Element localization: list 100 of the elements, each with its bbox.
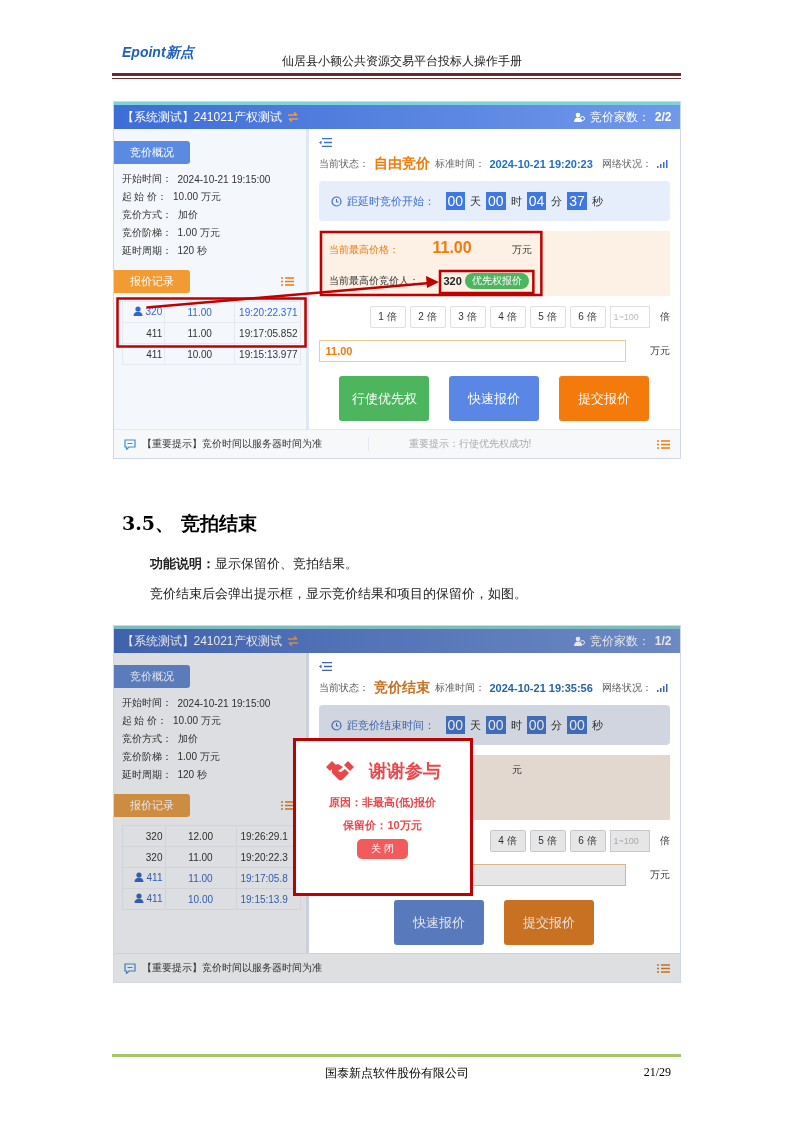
quick-button[interactable]: 快速报价 (394, 900, 484, 945)
window-title: 【系统测试】241021产权测试 (121, 108, 282, 126)
bidder-number: 411 (146, 871, 163, 883)
multiplier-button[interactable]: 2 倍 (409, 306, 446, 328)
price-unit: 万元 (649, 868, 670, 882)
clock-icon (330, 195, 342, 207)
price-unit: 万元 (511, 243, 532, 257)
multiplier-button[interactable]: 5 倍 (529, 306, 566, 328)
bidder-number: 320 (145, 830, 163, 842)
countdown-digit: 37 (567, 192, 587, 210)
countdown-digit: 00 (445, 716, 466, 734)
paragraph: 功能说明：显示保留价、竞拍结果。 (150, 555, 359, 573)
reserve-price: 保留价：10万元 (343, 818, 422, 833)
info-value: 2024-10-21 19:15:00 (177, 697, 271, 709)
info-label: 延时周期： (121, 244, 172, 258)
bidder-number: 320 (443, 275, 462, 287)
footer-company: 国泰新点软件股份有限公司 (324, 1065, 469, 1082)
table-cell: 10.00 (165, 888, 236, 910)
price-unit: 万元 (649, 344, 670, 358)
countdown-digit: 04 (526, 192, 547, 210)
price-unit: 元 (511, 763, 522, 777)
info-label: 竞价方式： (121, 208, 172, 222)
table-cell: 19:15:13.977 (234, 343, 300, 365)
info-value: 120 秒 (177, 768, 207, 782)
info-label: 起 始 价： (121, 714, 168, 728)
list-icon[interactable] (280, 801, 294, 810)
list-icon[interactable] (280, 277, 294, 286)
info-label: 竞价阶梯： (121, 750, 172, 764)
countdown-label: 距延时竞价开始： (346, 193, 435, 209)
info-label: 起 始 价： (121, 190, 168, 204)
info-label: 开始时间： (121, 696, 172, 710)
multiplier-button[interactable]: 6 倍 (569, 830, 606, 852)
countdown-unit: 秒 (591, 193, 603, 209)
notice-text: 【重要提示】竞价时间以服务器时间为准 (141, 961, 322, 975)
countdown-digit: 00 (445, 192, 466, 210)
collapse-menu-icon[interactable] (318, 662, 332, 671)
bidder-number: 411 (146, 327, 163, 339)
table-cell: 12.00 (165, 825, 236, 847)
price-value: 11.00 (432, 239, 473, 257)
info-value: 10.00 万元 (173, 190, 221, 204)
countdown-unit: 时 (510, 193, 522, 209)
multiplier-field[interactable]: 1~100 (609, 306, 650, 328)
section-label: 报价记录 (113, 270, 190, 293)
bidder-count-label: 竞价家数： (589, 632, 650, 650)
swap-icon[interactable] (286, 112, 299, 122)
price-label: 当前最高价格： (328, 243, 400, 257)
table-cell: 11.00 (164, 322, 235, 344)
section-label: 竞价概况 (113, 141, 190, 164)
time-value: 2024-10-21 19:20:23 (489, 158, 593, 170)
time-label: 标准时间： (434, 681, 485, 695)
notice-text: 【重要提示】竞价时间以服务器时间为准 (141, 437, 322, 451)
countdown-unit: 秒 (591, 717, 603, 733)
user-icon (133, 872, 144, 883)
countdown-unit: 时 (510, 717, 522, 733)
info-value: 1.00 万元 (177, 226, 220, 240)
user-icon (133, 893, 144, 904)
bidder-count-label: 竞价家数： (589, 108, 650, 126)
multiplier-button[interactable]: 5 倍 (529, 830, 566, 852)
swap-icon[interactable] (286, 636, 299, 646)
signal-icon (656, 160, 669, 168)
collapse-menu-icon[interactable] (318, 138, 332, 147)
multiplier-button[interactable]: 6 倍 (569, 306, 606, 328)
users-icon (573, 636, 585, 646)
bidder-number: 411 (146, 348, 163, 360)
chat-icon (123, 962, 136, 974)
info-label: 竞价方式： (121, 732, 172, 746)
section-label: 竞价概况 (113, 665, 190, 688)
info-value: 2024-10-21 19:15:00 (177, 173, 271, 185)
table-cell: 11.00 (165, 846, 236, 868)
table-cell: 10.00 (164, 343, 235, 365)
multiplier-button[interactable]: 1 倍 (369, 306, 406, 328)
multiplier-button[interactable]: 3 倍 (449, 306, 486, 328)
list-icon[interactable] (656, 963, 670, 973)
table-cell: 19:17:05.852 (234, 322, 300, 344)
multiplier-field[interactable]: 1~100 (609, 830, 650, 852)
list-icon[interactable] (656, 439, 670, 449)
status-label: 当前状态： (318, 681, 369, 695)
info-value: 加价 (177, 732, 198, 746)
multiplier-unit: 倍 (659, 834, 670, 848)
bidder-number: 411 (146, 892, 163, 904)
network-label: 网络状况： (601, 157, 652, 171)
notice-text: 重要提示：行使优先权成功! (367, 437, 532, 451)
clock-icon (330, 719, 342, 731)
paragraph: 竞价结束后会弹出提示框，显示竞价结果和项目的保留价，如图。 (150, 585, 528, 603)
countdown-unit: 天 (470, 193, 482, 209)
info-value: 120 秒 (177, 244, 207, 258)
info-label: 延时周期： (121, 768, 172, 782)
countdown-digit: 00 (567, 716, 587, 734)
dialog-title: 谢谢参与 (368, 760, 441, 783)
multiplier-button[interactable]: 4 倍 (489, 830, 526, 852)
status-label: 当前状态： (318, 157, 369, 171)
bidder-count: 1/2 (654, 634, 672, 648)
signal-icon (656, 684, 669, 692)
bidder-count: 2/2 (654, 110, 672, 124)
status-value: 竞价结束 (373, 679, 430, 697)
multiplier-button[interactable]: 4 倍 (489, 306, 526, 328)
countdown-label: 距竞价结束时间： (346, 717, 435, 733)
chat-icon (123, 438, 136, 450)
multiplier-unit: 倍 (659, 310, 670, 324)
window-title: 【系统测试】241021产权测试 (121, 632, 282, 650)
